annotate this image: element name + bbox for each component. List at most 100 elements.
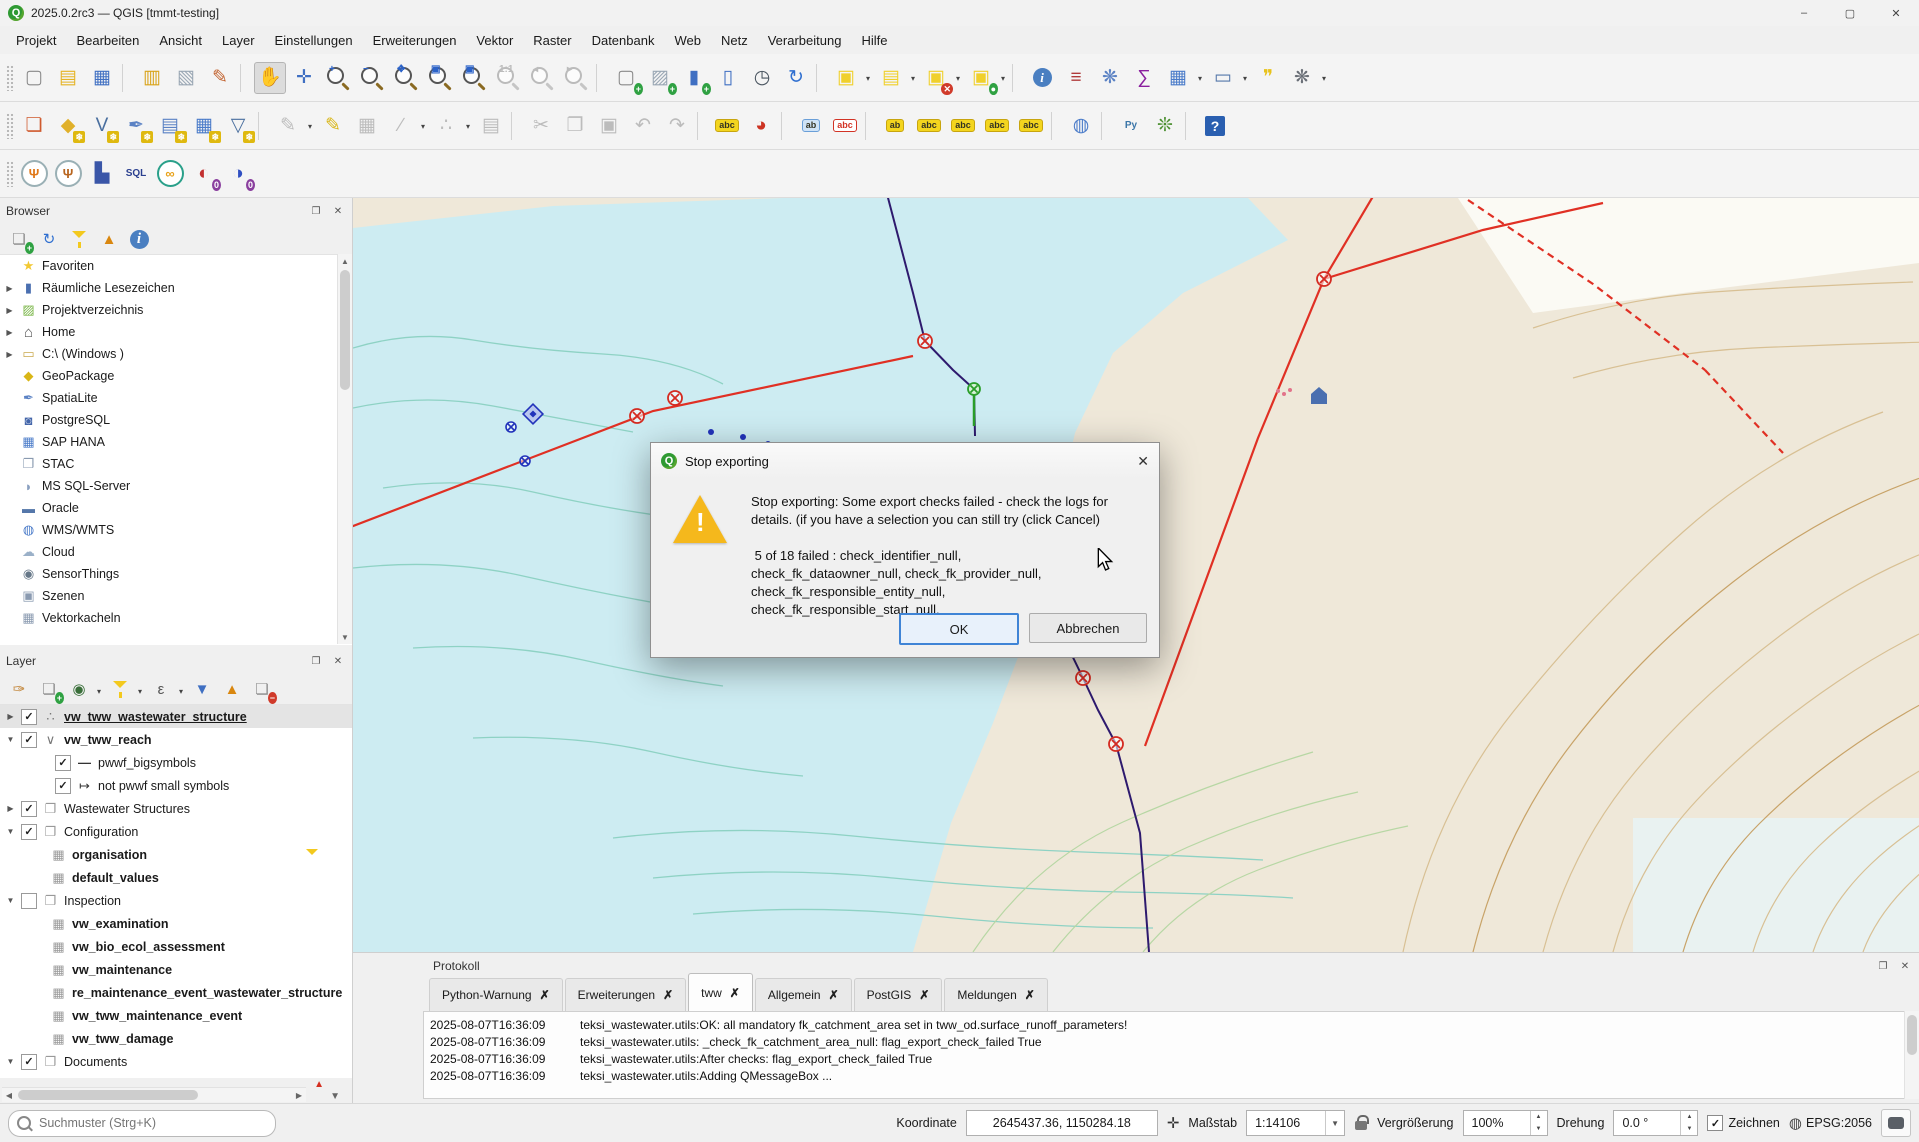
minimize-button[interactable]: –: [1781, 0, 1827, 26]
close-panel-icon[interactable]: ✕: [330, 203, 346, 219]
float-panel-icon[interactable]: ❐: [308, 203, 324, 219]
browser-item[interactable]: SensorThings: [0, 563, 352, 585]
browser-item[interactable]: SpatiaLite: [0, 387, 352, 409]
browser-item[interactable]: PostgreSQL: [0, 409, 352, 431]
browser-properties-icon[interactable]: i: [125, 225, 153, 253]
new-spatial-bookmark-icon[interactable]: ▮+: [678, 62, 710, 94]
layer-item[interactable]: vw_tww_damage: [0, 1027, 352, 1050]
dialog-close-icon[interactable]: ✕: [1137, 453, 1149, 470]
tab-close-icon[interactable]: [829, 988, 839, 1002]
log-tab[interactable]: Meldungen: [944, 978, 1047, 1011]
menu-item[interactable]: Vektor: [466, 29, 523, 52]
browser-item[interactable]: SAP HANA: [0, 431, 352, 453]
pan-to-selection-icon[interactable]: ✛: [288, 62, 320, 94]
open-project-icon[interactable]: ▤: [52, 62, 84, 94]
menu-item[interactable]: Verarbeitung: [758, 29, 852, 52]
messages-button[interactable]: [1881, 1109, 1911, 1137]
log-tab[interactable]: Allgemein: [755, 978, 852, 1011]
layer-item[interactable]: vw_file: [0, 1073, 352, 1078]
crs-status[interactable]: ◍ EPSG:2056: [1789, 1114, 1872, 1132]
modify-attributes-icon[interactable]: ▤: [475, 110, 507, 142]
expand-arrow-icon[interactable]: ▶: [5, 804, 16, 813]
map-tips-icon[interactable]: ❞: [1252, 62, 1284, 94]
layer-item[interactable]: vw_examination: [0, 912, 352, 935]
log-tab[interactable]: PostGIS: [854, 978, 943, 1011]
expand-arrow-icon[interactable]: ▼: [5, 735, 16, 744]
render-checkbox[interactable]: ✓ Zeichnen: [1707, 1115, 1779, 1131]
ok-button[interactable]: OK: [899, 613, 1019, 645]
visibility-checkbox[interactable]: [55, 755, 71, 771]
close-button[interactable]: ✕: [1873, 0, 1919, 26]
tww-wastewater-explorer-icon[interactable]: Ψ: [18, 158, 50, 190]
browser-item[interactable]: ▶ C:\ (Windows ): [0, 343, 352, 365]
visibility-checkbox[interactable]: [21, 709, 37, 725]
new-project-icon[interactable]: ▢: [18, 62, 50, 94]
sum-statistics-icon[interactable]: ∑: [1128, 62, 1160, 94]
cancel-button[interactable]: Abbrechen: [1029, 613, 1147, 643]
layer-diagram-icon[interactable]: ◕: [745, 110, 777, 142]
expand-arrow-icon[interactable]: ▶: [4, 306, 15, 315]
pan-map-icon[interactable]: ✋: [254, 62, 286, 94]
save-layer-edits-icon[interactable]: ▦: [351, 110, 383, 142]
menu-item[interactable]: Hilfe: [851, 29, 897, 52]
tab-close-icon[interactable]: [663, 988, 673, 1002]
remove-layer-icon[interactable]: ❏−: [248, 675, 276, 703]
maximize-button[interactable]: ▢: [1827, 0, 1873, 26]
layer-hscrollbar[interactable]: ◀▶: [2, 1087, 306, 1102]
layer-item[interactable]: organisation: [0, 843, 352, 866]
layer-item[interactable]: pwwf_bigsymbols: [0, 751, 352, 774]
add-vector-tile-layer-icon[interactable]: ▽❄: [222, 110, 254, 142]
tww-import-icon[interactable]: ▙: [86, 158, 118, 190]
zoom-in-icon[interactable]: +: [322, 62, 354, 94]
layer-item[interactable]: ▶ Wastewater Structures: [0, 797, 352, 820]
temporal-controller-icon[interactable]: ◷: [746, 62, 778, 94]
cut-features-icon[interactable]: ✂: [525, 110, 557, 142]
processing-history-icon[interactable]: ❋▾: [1286, 62, 1318, 94]
browser-item[interactable]: GeoPackage: [0, 365, 352, 387]
metasearch-icon[interactable]: ◍: [1065, 110, 1097, 142]
layer-item[interactable]: default_values: [0, 866, 352, 889]
zoom-to-selection-icon[interactable]: ▣: [424, 62, 456, 94]
digitize-icon[interactable]: ∕▾: [385, 110, 417, 142]
expand-arrow-icon[interactable]: ▼: [5, 1057, 16, 1066]
tww-network-trace-icon[interactable]: Ψ: [52, 158, 84, 190]
label-pin-icon[interactable]: ab: [879, 110, 911, 142]
scroll-down-icon[interactable]: ▼: [330, 1091, 340, 1102]
statistics-abacus-icon[interactable]: ≡: [1060, 62, 1092, 94]
close-panel-icon[interactable]: ✕: [1897, 958, 1913, 974]
zoom-to-layer-icon[interactable]: ▣: [458, 62, 490, 94]
tww-oid-blue-icon[interactable]: ◑0: [222, 158, 254, 190]
tab-close-icon[interactable]: [540, 988, 550, 1002]
zoom-native-icon[interactable]: 1:1: [492, 62, 524, 94]
add-raster-layer-icon[interactable]: ▦❄: [188, 110, 220, 142]
layer-labeling-icon[interactable]: abc: [711, 110, 743, 142]
toggle-editing-icon[interactable]: ✎: [317, 110, 349, 142]
visibility-checkbox[interactable]: [55, 778, 71, 794]
refresh-map-icon[interactable]: ↻: [780, 62, 812, 94]
expand-arrow-icon[interactable]: ▼: [5, 896, 16, 905]
spin-down-icon[interactable]: ▼: [1531, 1123, 1547, 1135]
browser-item[interactable]: ▶ Projektverzeichnis: [0, 299, 352, 321]
magnifier-spinbox[interactable]: 100% ▲▼: [1463, 1110, 1548, 1136]
menu-item[interactable]: Einstellungen: [265, 29, 363, 52]
expand-arrow-icon[interactable]: ▶: [4, 350, 15, 359]
expand-arrow-icon[interactable]: ▼: [5, 827, 16, 836]
browser-item[interactable]: STAC: [0, 453, 352, 475]
zoom-last-icon[interactable]: ◂: [526, 62, 558, 94]
visibility-checkbox[interactable]: [21, 732, 37, 748]
log-tab[interactable]: Erweiterungen: [565, 978, 686, 1011]
layer-item[interactable]: ▼ vw_tww_reach: [0, 728, 352, 751]
new-3d-map-view-icon[interactable]: ▨+: [644, 62, 676, 94]
browser-item[interactable]: ▶ Home: [0, 321, 352, 343]
attribute-table-icon[interactable]: ▦▾: [1162, 62, 1194, 94]
close-panel-icon[interactable]: ✕: [330, 653, 346, 669]
spin-up-icon[interactable]: ▲: [1531, 1111, 1547, 1123]
chevron-down-icon[interactable]: ▼: [1325, 1111, 1344, 1135]
invert-selection-icon[interactable]: ▣●▾: [965, 62, 997, 94]
browser-item[interactable]: Szenen: [0, 585, 352, 607]
browser-item[interactable]: ▶ Räumliche Lesezeichen: [0, 277, 352, 299]
scale-combo[interactable]: 1:14106 ▼: [1246, 1110, 1345, 1136]
layer-item[interactable]: ▶ vw_tww_wastewater_structure: [0, 705, 352, 728]
menu-item[interactable]: Netz: [711, 29, 758, 52]
tww-oid-red-icon[interactable]: ◐0: [188, 158, 220, 190]
